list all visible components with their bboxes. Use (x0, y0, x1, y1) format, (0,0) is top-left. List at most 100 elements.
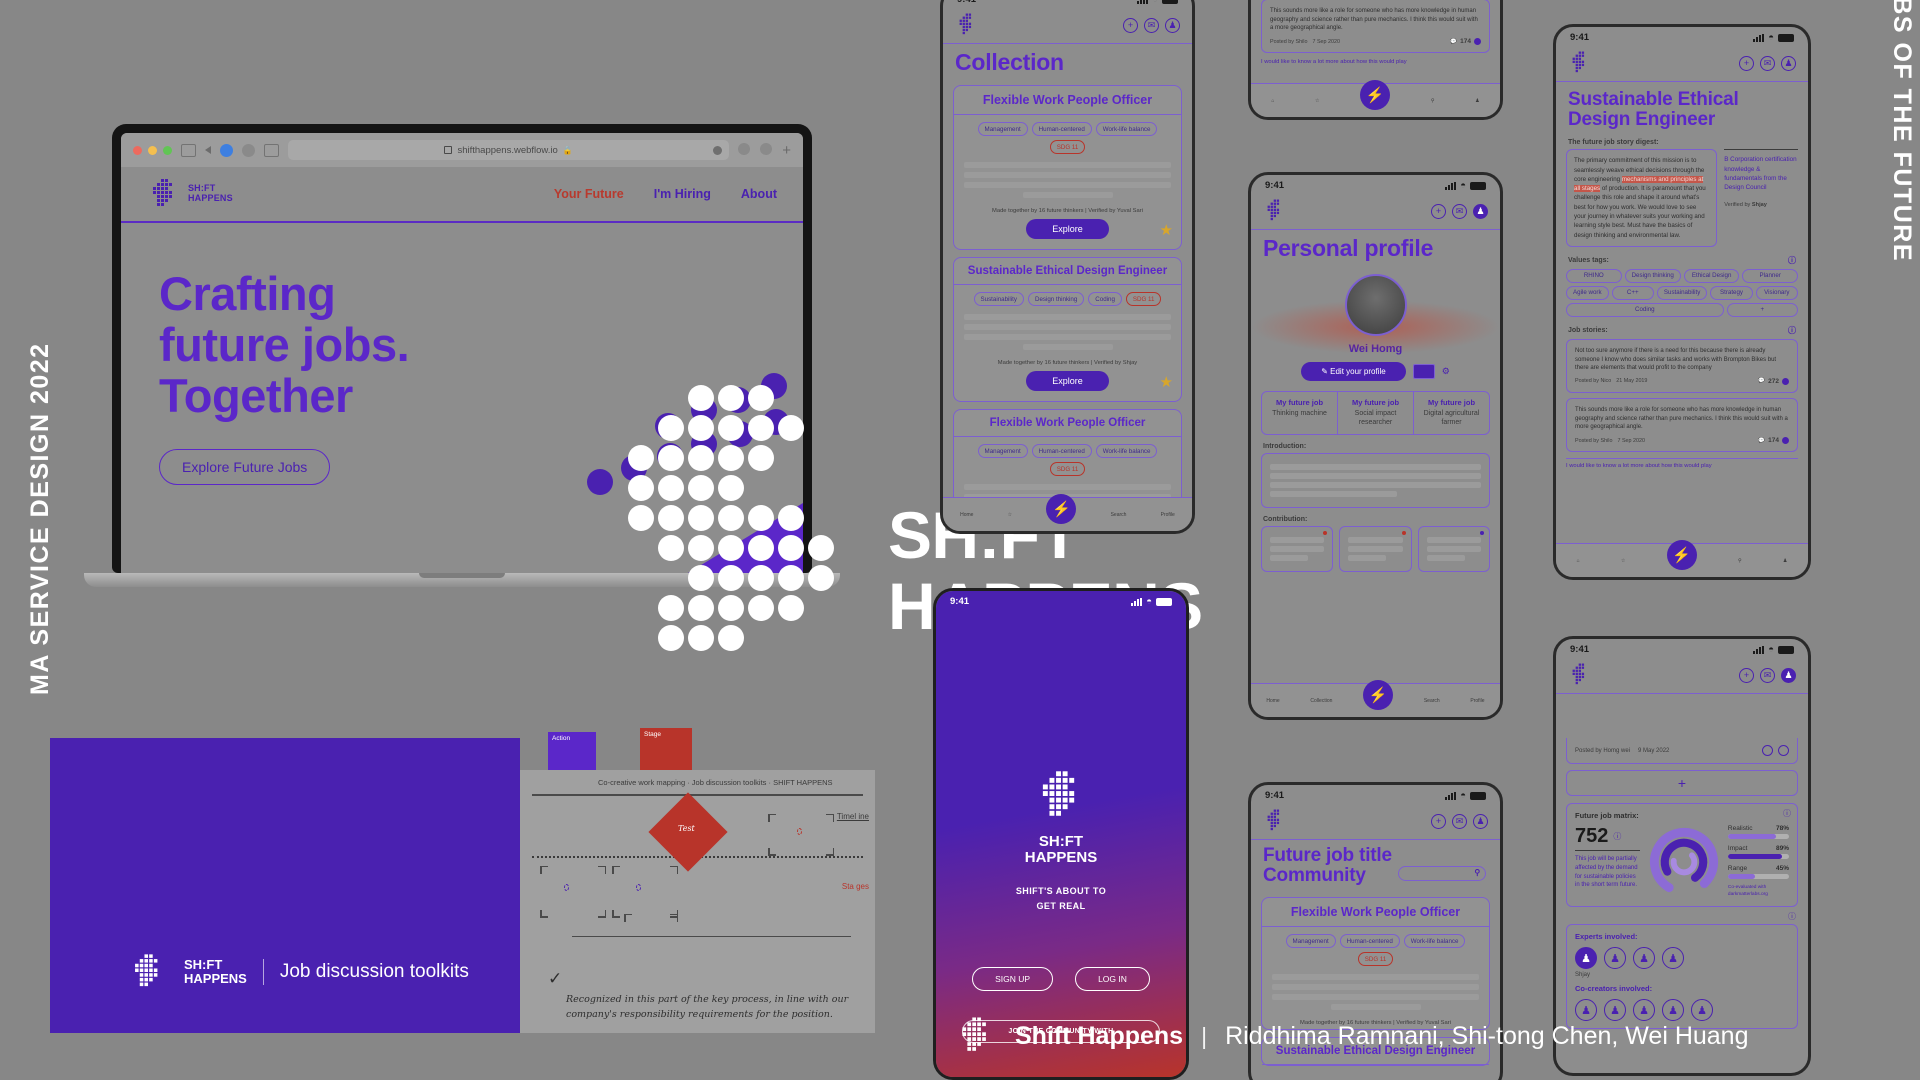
account-icon[interactable]: ♟ (1165, 17, 1180, 33)
comment-icon[interactable]: 💬 (1758, 378, 1765, 384)
value-tag[interactable]: Sustainability (1656, 285, 1708, 300)
like-icon[interactable] (1778, 745, 1789, 756)
edit-profile-button[interactable]: ✎ Edit your profile (1301, 362, 1406, 382)
site-logo[interactable]: SH:FT HAPPENS (147, 177, 233, 211)
browser-tab-icon-2[interactable] (242, 143, 255, 157)
extensions-icon[interactable] (760, 142, 773, 155)
tab-search[interactable]: ⚲ (1431, 98, 1435, 104)
tag[interactable]: Management (1285, 934, 1336, 949)
avatar[interactable]: ♟ (1575, 947, 1597, 969)
job-card[interactable]: Flexible Work People Officer Management … (953, 85, 1182, 251)
future-job-cell[interactable]: My future job Thinking machine (1262, 392, 1338, 434)
info-icon[interactable]: ⓘ (1788, 325, 1796, 336)
downloads-icon[interactable] (738, 142, 751, 155)
log-in-button[interactable]: LOG IN (1075, 967, 1150, 991)
create-fab-button[interactable]: ⚡ (1666, 539, 1697, 570)
sdg-tag[interactable]: SDG 11 (1049, 462, 1086, 477)
star-icon[interactable]: ★ (1160, 373, 1173, 391)
future-job-cell[interactable]: My future job Social impact researcher (1338, 392, 1414, 434)
tab-search[interactable]: Search (1111, 512, 1127, 518)
explore-future-jobs-button[interactable]: Explore Future Jobs (159, 449, 331, 486)
nav-item-im-hiring[interactable]: I'm Hiring (654, 187, 711, 201)
story-prompt[interactable]: I would like to know a lot more about ho… (1566, 458, 1798, 469)
search-input[interactable] (1398, 866, 1486, 881)
mail-icon[interactable]: ✉ (1760, 667, 1775, 683)
nav-item-your-future[interactable]: Your Future (554, 187, 624, 201)
tag[interactable]: Design thinking (1027, 292, 1085, 307)
help-icon[interactable]: ⓘ (1613, 831, 1621, 842)
info-icon[interactable]: ⓘ (1568, 911, 1796, 922)
value-tag[interactable]: Strategy (1710, 285, 1753, 300)
mail-icon[interactable]: ✉ (1452, 203, 1467, 219)
value-tag[interactable]: Agile work (1566, 285, 1609, 300)
job-story[interactable]: This sounds more like a role for someone… (1261, 0, 1490, 54)
tag[interactable]: Human-centered (1339, 934, 1400, 949)
tab-home[interactable]: Home (960, 512, 973, 518)
avatar[interactable]: ♟ (1604, 947, 1626, 969)
avatar[interactable]: ♟ (1633, 947, 1655, 969)
value-tag[interactable]: C++ (1611, 285, 1654, 300)
avatar[interactable]: ♟ (1662, 947, 1684, 969)
minimize-button[interactable] (148, 145, 157, 155)
value-tag[interactable]: Visionary (1755, 285, 1798, 300)
tag[interactable]: Coding (1088, 292, 1122, 307)
back-chevron-icon[interactable] (205, 146, 211, 154)
contribution-card[interactable] (1261, 525, 1334, 572)
sdg-tag[interactable]: SDG 11 (1357, 952, 1394, 967)
sdg-tag[interactable]: SDG 11 (1049, 140, 1086, 155)
tab-collection[interactable]: ☆ (1315, 98, 1319, 104)
browser-tab-icon[interactable] (220, 143, 233, 157)
story-prompt[interactable]: I would like to know a lot more about ho… (1261, 59, 1490, 65)
value-tag[interactable]: Planner (1742, 268, 1798, 283)
address-bar[interactable]: shifthappens.webflow.io 🔒 (288, 140, 730, 160)
tab-profile[interactable]: Profile (1470, 698, 1484, 704)
tab-collection[interactable]: ☆ (1621, 558, 1625, 564)
account-icon[interactable]: ♟ (1781, 55, 1796, 71)
create-fab-button[interactable]: ⚡ (1363, 679, 1394, 710)
add-icon[interactable]: + (1431, 203, 1446, 219)
avatar[interactable] (1344, 274, 1407, 337)
sign-up-button[interactable]: SIGN UP (972, 967, 1054, 991)
tab-home[interactable]: Home (1266, 698, 1279, 704)
tag[interactable]: Sustainability (973, 292, 1024, 307)
add-story-button[interactable]: + (1566, 770, 1798, 796)
tag[interactable]: Work-life balance (1095, 122, 1158, 137)
tab-profile[interactable]: Profile (1161, 512, 1175, 518)
comment-icon[interactable]: 💬 (1758, 438, 1765, 444)
tab-home[interactable]: ⌂ (1577, 558, 1580, 564)
job-story[interactable]: This sounds more like a role for someone… (1566, 397, 1798, 453)
add-icon[interactable]: + (1431, 813, 1446, 829)
maximize-button[interactable] (163, 145, 172, 155)
tag[interactable]: Work-life balance (1095, 444, 1158, 459)
mail-icon[interactable]: ✉ (1760, 55, 1775, 71)
tag[interactable]: Human-centered (1031, 122, 1092, 137)
account-icon[interactable]: ♟ (1473, 813, 1488, 829)
create-fab-button[interactable]: ⚡ (1046, 493, 1077, 524)
explore-button[interactable]: Explore (1026, 371, 1109, 392)
tab-profile[interactable]: ♟ (1475, 98, 1479, 104)
introduction-box[interactable] (1261, 452, 1490, 508)
job-story[interactable]: Not too sure anymore if there is a need … (1566, 338, 1798, 393)
comment-icon[interactable] (1762, 745, 1773, 756)
create-fab-button[interactable]: ⚡ (1360, 79, 1391, 110)
contribution-card[interactable] (1339, 525, 1412, 572)
value-tag[interactable]: Design thinking (1624, 268, 1681, 283)
account-icon[interactable]: ♟ (1473, 203, 1488, 219)
tab-collection[interactable]: ☆ (1008, 512, 1012, 518)
sidebar-icon[interactable] (181, 143, 196, 157)
new-tab-icon[interactable]: + (782, 143, 791, 158)
tab-collection[interactable]: Collection (1310, 698, 1332, 704)
contribution-card[interactable] (1417, 525, 1490, 572)
sdg-tag[interactable]: SDG 11 (1125, 292, 1162, 307)
job-card[interactable]: Sustainable Ethical Design Engineer Sust… (953, 257, 1182, 403)
star-icon[interactable]: ★ (1160, 221, 1173, 239)
settings-icon[interactable]: ⚙ (1442, 366, 1450, 377)
value-tag[interactable]: Coding (1566, 302, 1724, 317)
add-icon[interactable]: + (1739, 667, 1754, 683)
tab-profile[interactable]: ♟ (1783, 558, 1787, 564)
comment-icon[interactable]: 💬 (1450, 39, 1457, 45)
tag[interactable]: Management (977, 444, 1028, 459)
tab-home[interactable]: ⌂ (1271, 98, 1274, 104)
window-controls[interactable] (133, 145, 172, 155)
add-icon[interactable]: + (1123, 17, 1138, 33)
